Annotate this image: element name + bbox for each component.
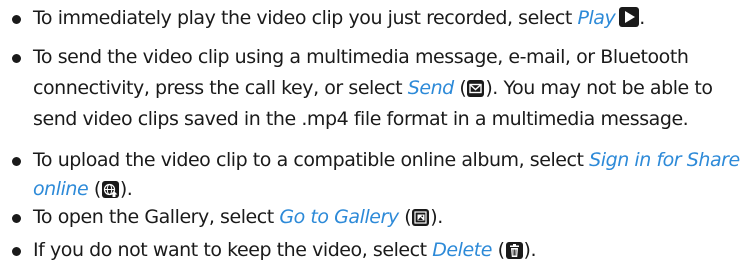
share-online-link-continued[interactable]: online [33,178,89,200]
text-segment: ). You may not be able to [485,77,713,99]
text-segment: ( [453,77,467,99]
item-text: If you do not want to keep the video, se… [33,235,745,266]
item-text: To immediately play the video clip you j… [33,3,745,34]
text-segment: ( [491,239,505,261]
text-segment: To immediately play the video clip you j… [33,7,578,29]
text-segment: . [639,7,645,29]
text-segment: ). [119,178,133,200]
item-text: To send the video clip using a multimedi… [33,42,745,73]
go-to-gallery-link[interactable]: Go to Gallery [279,206,399,228]
bullet [12,157,21,166]
text-segment: ( [88,178,101,200]
bullet [12,214,21,223]
share-online-link[interactable]: Sign in for Share [589,149,740,171]
text-segment: connectivity, press the call key, or sel… [33,77,408,99]
play-icon [619,7,640,27]
bullet [12,54,21,63]
envelope-icon [467,80,485,97]
item-text: connectivity, press the call key, or sel… [33,73,745,104]
text-segment: ( [398,206,412,228]
item-text: To upload the video clip to a compatible… [33,145,745,176]
item-text: To open the Gallery, select Go to Galler… [33,202,745,233]
trash-icon [505,242,523,259]
play-link[interactable]: Play [577,7,615,29]
delete-link[interactable]: Delete [432,239,492,261]
text-line: To send the video clip using a multimedi… [33,46,689,68]
text-segment: ). [430,206,443,228]
globe-upload-icon [101,181,119,198]
text-segment: To upload the video clip to a compatible… [33,149,590,171]
gallery-icon [412,209,430,226]
text-segment: If you do not want to keep the video, se… [33,239,433,261]
text-segment: ). [523,239,537,261]
item-text: send video clips saved in the .mp4 file … [33,104,745,135]
text-line: send video clips saved in the .mp4 file … [33,108,689,130]
text-segment: To open the Gallery, select [33,206,280,228]
send-link[interactable]: Send [408,77,455,99]
item-text: online (). [33,174,745,205]
bullet [12,15,21,24]
bullet [12,247,21,256]
